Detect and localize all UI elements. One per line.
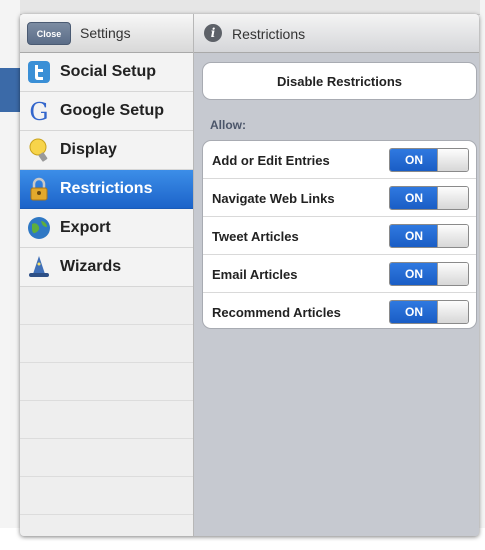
globe-icon — [28, 217, 50, 239]
toggle-on-text: ON — [390, 301, 438, 323]
empty-rows — [20, 287, 193, 536]
toggle-add-edit-entries[interactable]: ON — [389, 148, 469, 172]
toggle-on-text: ON — [390, 225, 438, 247]
lock-icon — [30, 177, 48, 201]
toggle-email-articles[interactable]: ON — [389, 262, 469, 286]
setting-row-email-articles: Email Articles ON — [203, 255, 476, 293]
toggle-knob[interactable] — [437, 187, 468, 209]
detail-title: Restrictions — [232, 26, 306, 42]
settings-menu: Social Setup G Google Setup Display Rest… — [20, 53, 193, 287]
info-icon[interactable]: i — [204, 24, 222, 42]
menu-item-label: Export — [60, 219, 111, 236]
detail-navbar: i Restrictions — [194, 14, 479, 53]
setting-row-recommend-articles: Recommend Articles ON — [203, 293, 476, 328]
toggle-tweet-articles[interactable]: ON — [389, 224, 469, 248]
menu-item-label: Display — [60, 141, 117, 158]
menu-item-label: Social Setup — [60, 63, 157, 80]
settings-master-panel: Close Settings Social Setup G Google Set… — [20, 14, 194, 536]
background-highlight — [0, 68, 22, 112]
settings-popover: Close Settings Social Setup G Google Set… — [20, 14, 479, 536]
master-navbar: Close Settings — [20, 14, 193, 53]
google-icon: G — [29, 98, 48, 124]
setting-row-tweet-articles: Tweet Articles ON — [203, 217, 476, 255]
toggle-knob[interactable] — [437, 149, 468, 171]
setting-label: Add or Edit Entries — [212, 153, 330, 168]
setting-label: Recommend Articles — [212, 305, 341, 320]
menu-item-label: Google Setup — [60, 102, 164, 119]
background-header — [20, 0, 480, 15]
bulb-icon — [29, 138, 48, 162]
toggle-knob[interactable] — [437, 263, 468, 285]
toggle-knob[interactable] — [437, 301, 468, 323]
master-title: Settings — [80, 25, 131, 41]
toggle-knob[interactable] — [437, 225, 468, 247]
setting-label: Tweet Articles — [212, 229, 299, 244]
restrictions-detail-panel: i Restrictions Disable Restrictions Allo… — [194, 14, 479, 536]
setting-row-navigate-web-links: Navigate Web Links ON — [203, 179, 476, 217]
toggle-recommend-articles[interactable]: ON — [389, 300, 469, 324]
menu-item-label: Wizards — [60, 258, 122, 275]
menu-item-export[interactable]: Export — [20, 209, 193, 248]
menu-item-google-setup[interactable]: G Google Setup — [20, 92, 193, 131]
menu-item-wizards[interactable]: Wizards — [20, 248, 193, 287]
menu-item-restrictions[interactable]: Restrictions — [20, 170, 193, 209]
toggle-on-text: ON — [390, 187, 438, 209]
menu-item-label: Restrictions — [60, 180, 153, 197]
setting-label: Navigate Web Links — [212, 191, 335, 206]
close-button[interactable]: Close — [27, 22, 71, 45]
twitter-icon — [28, 61, 50, 83]
toggle-on-text: ON — [390, 149, 438, 171]
disable-restrictions-button[interactable]: Disable Restrictions — [202, 62, 477, 100]
menu-item-social-setup[interactable]: Social Setup — [20, 53, 193, 92]
setting-label: Email Articles — [212, 267, 298, 282]
allow-section-label: Allow: — [210, 118, 246, 132]
svg-text:G: G — [29, 98, 48, 124]
toggle-on-text: ON — [390, 263, 438, 285]
menu-item-display[interactable]: Display — [20, 131, 193, 170]
setting-row-add-edit-entries: Add or Edit Entries ON — [203, 141, 476, 179]
toggle-navigate-web-links[interactable]: ON — [389, 186, 469, 210]
wizard-icon — [29, 256, 49, 277]
allow-settings-group: Add or Edit Entries ON Navigate Web Link… — [202, 140, 477, 329]
